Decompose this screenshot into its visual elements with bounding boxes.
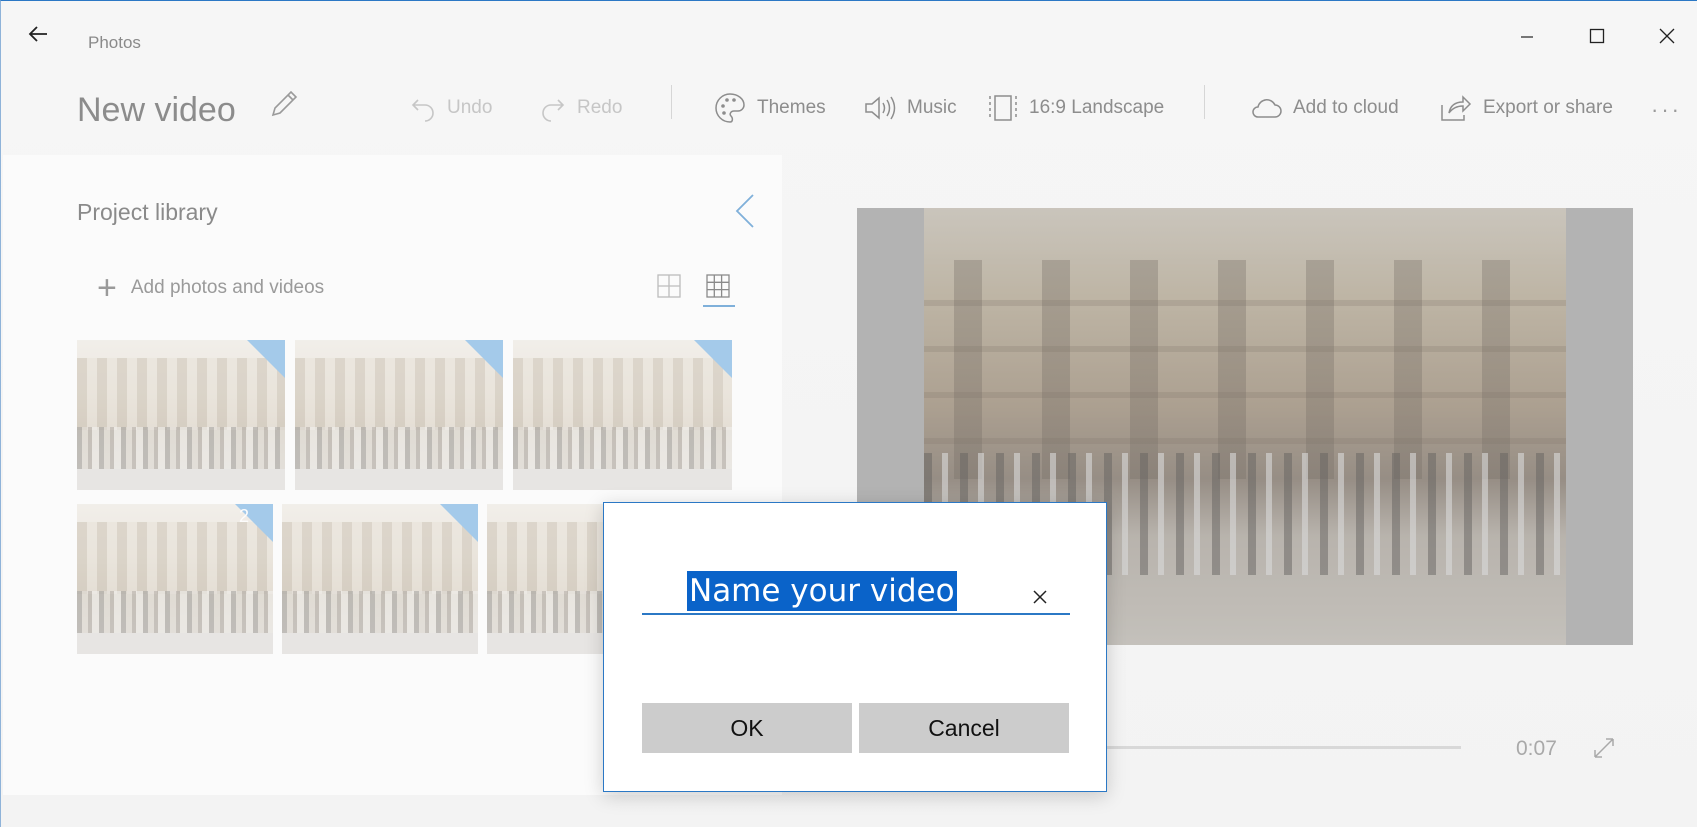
title-bar: Photos (1, 1, 1697, 52)
library-thumbnail[interactable] (295, 340, 503, 490)
undo-icon (411, 99, 434, 122)
back-arrow-icon[interactable] (27, 23, 49, 45)
photos-window: Photos New video Undo Redo Themes Music … (0, 0, 1697, 827)
clear-text-icon[interactable] (1030, 587, 1050, 607)
thumbnail-badge: 2 (238, 506, 249, 526)
fullscreen-icon[interactable] (1591, 735, 1617, 761)
export-share-label: Export or share (1483, 97, 1613, 118)
name-video-dialog: Name your video OK Cancel (603, 502, 1107, 792)
add-to-cloud-button[interactable]: Add to cloud (1249, 93, 1399, 123)
themes-label: Themes (757, 97, 826, 118)
ok-button[interactable]: OK (642, 703, 852, 753)
chevron-left-icon[interactable] (731, 191, 759, 231)
minimize-icon[interactable] (1504, 21, 1550, 51)
seek-bar[interactable] (1091, 746, 1461, 749)
library-thumbnail[interactable]: 2 (77, 504, 273, 654)
cancel-button[interactable]: Cancel (859, 703, 1069, 753)
large-thumbnails-icon[interactable] (656, 273, 686, 303)
playback-time: 0:07 (1516, 737, 1557, 760)
more-options-button[interactable]: ··· (1651, 97, 1682, 123)
library-thumbnail[interactable] (282, 504, 478, 654)
video-title[interactable]: New video (77, 91, 236, 130)
undo-label: Undo (447, 97, 493, 118)
library-thumbnail[interactable] (77, 340, 285, 490)
plus-icon: + (97, 269, 117, 307)
toolbar-divider (1204, 85, 1205, 119)
undo-button[interactable]: Undo (409, 93, 492, 123)
redo-button[interactable]: Redo (539, 93, 622, 123)
maximize-icon[interactable] (1574, 21, 1620, 51)
project-library-title: Project library (77, 199, 218, 225)
toolbar-divider (671, 85, 672, 119)
share-icon (1441, 95, 1472, 121)
palette-icon (715, 93, 745, 123)
editor-toolbar: New video Undo Redo Themes Music 16:9 La… (1, 71, 1697, 141)
redo-icon (542, 99, 565, 122)
add-photos-videos-label: Add photos and videos (130, 277, 325, 298)
app-title: Photos (88, 33, 141, 52)
aspect-ratio-button[interactable]: 16:9 Landscape (987, 93, 1164, 123)
music-button[interactable]: Music (863, 93, 957, 123)
active-view-indicator (703, 305, 735, 307)
redo-label: Redo (577, 97, 623, 118)
add-photos-videos-button[interactable]: + Add photos and videos (97, 269, 325, 307)
export-share-button[interactable]: Export or share (1439, 93, 1613, 123)
close-icon[interactable] (1644, 21, 1690, 51)
cloud-icon (1252, 99, 1282, 118)
aspect-ratio-icon (989, 95, 1017, 121)
video-name-selected-text[interactable]: Name your video (687, 571, 957, 611)
speaker-icon (865, 96, 896, 120)
small-thumbnails-icon[interactable] (705, 273, 735, 303)
themes-button[interactable]: Themes (713, 93, 826, 123)
add-to-cloud-label: Add to cloud (1293, 97, 1399, 118)
aspect-ratio-label: 16:9 Landscape (1029, 97, 1165, 118)
video-name-input[interactable]: Name your video (642, 565, 1070, 615)
pencil-icon[interactable] (267, 87, 301, 121)
library-thumbnail[interactable] (513, 340, 732, 490)
music-label: Music (907, 97, 957, 118)
